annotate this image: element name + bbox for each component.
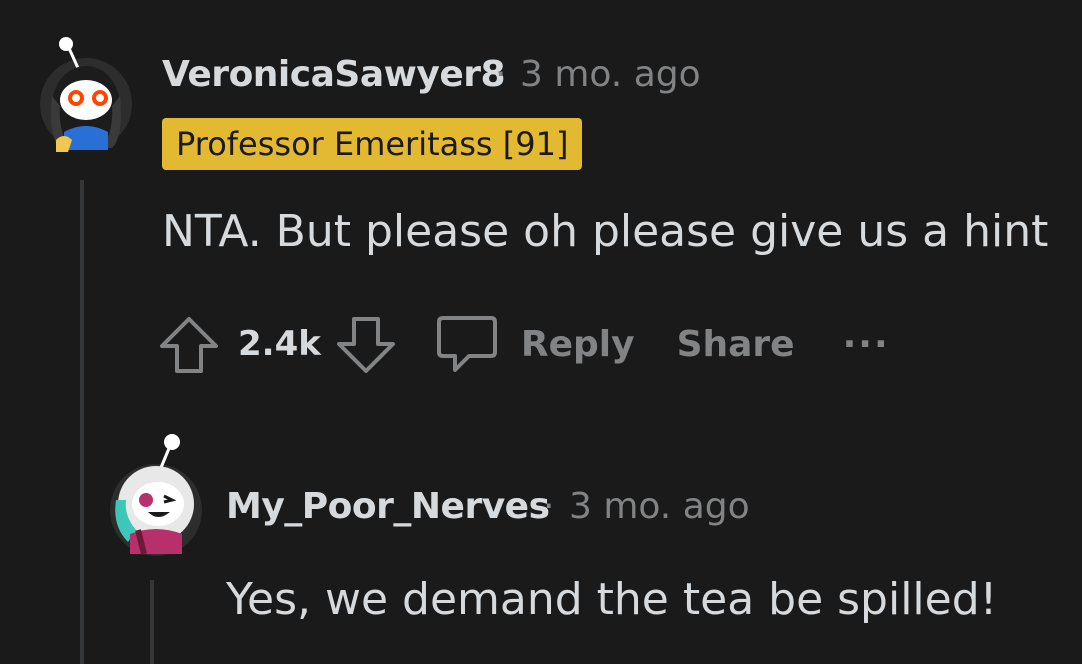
snoo-avatar-icon — [40, 37, 132, 152]
arrow-down-icon[interactable] — [335, 313, 397, 375]
meta-separator: · — [495, 54, 507, 95]
snoo-avatar-icon — [110, 434, 202, 556]
timestamp[interactable]: 3 mo. ago — [520, 54, 701, 95]
comment-bubble-icon[interactable] — [435, 312, 499, 376]
timestamp[interactable]: 3 mo. ago — [569, 486, 750, 527]
username[interactable]: VeronicaSawyer8 — [162, 54, 506, 95]
vote-count: 2.4k — [238, 324, 321, 364]
user-flair: Professor Emeritass [91] — [162, 118, 583, 170]
user-avatar[interactable] — [38, 36, 134, 154]
meta-separator: · — [543, 486, 555, 527]
username[interactable]: My_Poor_Nerves — [226, 486, 550, 527]
user-avatar[interactable] — [108, 430, 204, 556]
share-button[interactable]: Share — [677, 324, 795, 365]
comment-actions: 2.4k Reply Share ··· — [158, 312, 890, 376]
arrow-up-icon[interactable] — [158, 313, 220, 375]
more-options-button[interactable]: ··· — [843, 324, 890, 365]
reply-button[interactable]: Reply — [521, 324, 635, 365]
comment-body: NTA. But please oh please give us a hint — [162, 206, 1049, 257]
thread-line[interactable] — [80, 180, 84, 664]
comment-body: Yes, we demand the tea be spilled! — [226, 574, 998, 625]
thread-line[interactable] — [150, 580, 154, 664]
